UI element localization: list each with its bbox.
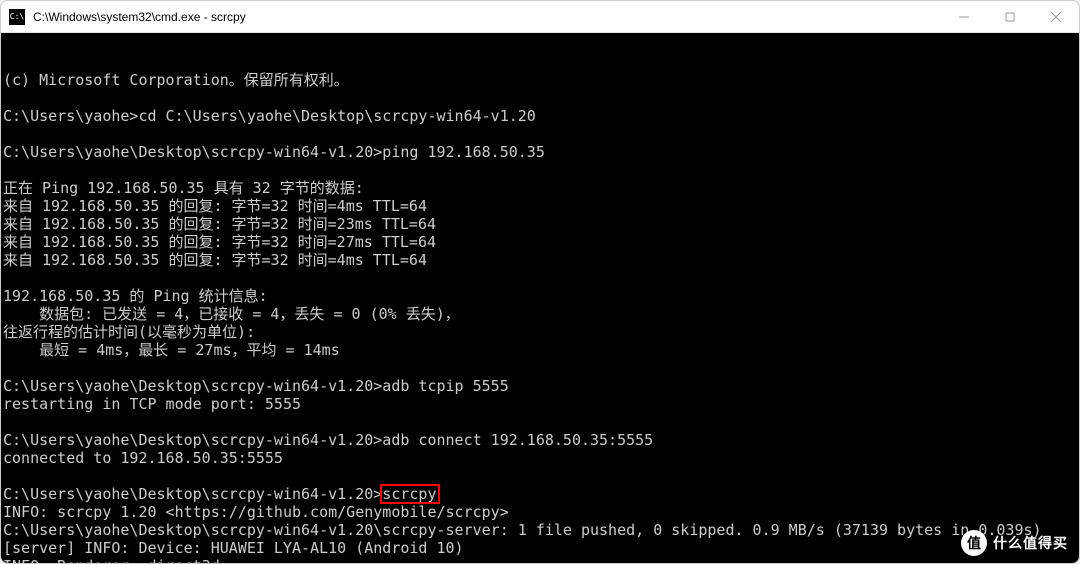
terminal-line: restarting in TCP mode port: 5555 (3, 395, 1077, 413)
terminal-output[interactable]: (c) Microsoft Corporation。保留所有权利。 C:\Use… (1, 33, 1079, 563)
terminal-line: C:\Users\yaohe\Desktop\scrcpy-win64-v1.2… (3, 143, 1077, 161)
terminal-line: C:\Users\yaohe\Desktop\scrcpy-win64-v1.2… (3, 521, 1077, 539)
terminal-line: (c) Microsoft Corporation。保留所有权利。 (3, 71, 1077, 89)
terminal-line: 正在 Ping 192.168.50.35 具有 32 字节的数据: (3, 179, 1077, 197)
maximize-button[interactable] (987, 1, 1033, 32)
terminal-line: INFO: scrcpy 1.20 <https://github.com/Ge… (3, 503, 1077, 521)
terminal-line: INFO: Renderer: direct3d (3, 557, 1077, 563)
terminal-line: 192.168.50.35 的 Ping 统计信息: (3, 287, 1077, 305)
terminal-line (3, 467, 1077, 485)
watermark-badge-icon: 值 (961, 530, 987, 556)
watermark-text: 什么值得买 (993, 533, 1068, 553)
terminal-line: 来自 192.168.50.35 的回复: 字节=32 时间=27ms TTL=… (3, 233, 1077, 251)
terminal-line (3, 413, 1077, 431)
terminal-line (3, 269, 1077, 287)
terminal-window: C:\ C:\Windows\system32\cmd.exe - scrcpy… (0, 0, 1080, 564)
window-title: C:\Windows\system32\cmd.exe - scrcpy (33, 10, 941, 24)
terminal-line: 数据包: 已发送 = 4，已接收 = 4，丢失 = 0 (0% 丢失)， (3, 305, 1077, 323)
terminal-line: C:\Users\yaohe>cd C:\Users\yaohe\Desktop… (3, 107, 1077, 125)
close-button[interactable] (1033, 1, 1079, 32)
terminal-line: [server] INFO: Device: HUAWEI LYA-AL10 (… (3, 539, 1077, 557)
window-controls (941, 1, 1079, 32)
terminal-line: C:\Users\yaohe\Desktop\scrcpy-win64-v1.2… (3, 431, 1077, 449)
terminal-line (3, 89, 1077, 107)
terminal-line: C:\Users\yaohe\Desktop\scrcpy-win64-v1.2… (3, 485, 1077, 503)
app-icon: C:\ (9, 9, 25, 25)
terminal-line (3, 125, 1077, 143)
terminal-line: 往返行程的估计时间(以毫秒为单位): (3, 323, 1077, 341)
watermark: 值 什么值得买 (961, 530, 1068, 556)
titlebar[interactable]: C:\ C:\Windows\system32\cmd.exe - scrcpy (1, 1, 1079, 33)
terminal-line: 来自 192.168.50.35 的回复: 字节=32 时间=4ms TTL=6… (3, 197, 1077, 215)
terminal-line (3, 359, 1077, 377)
terminal-line: 来自 192.168.50.35 的回复: 字节=32 时间=4ms TTL=6… (3, 251, 1077, 269)
terminal-line (3, 161, 1077, 179)
minimize-button[interactable] (941, 1, 987, 32)
terminal-line: 最短 = 4ms，最长 = 27ms，平均 = 14ms (3, 341, 1077, 359)
terminal-line: 来自 192.168.50.35 的回复: 字节=32 时间=23ms TTL=… (3, 215, 1077, 233)
terminal-line: connected to 192.168.50.35:5555 (3, 449, 1077, 467)
terminal-line: C:\Users\yaohe\Desktop\scrcpy-win64-v1.2… (3, 377, 1077, 395)
